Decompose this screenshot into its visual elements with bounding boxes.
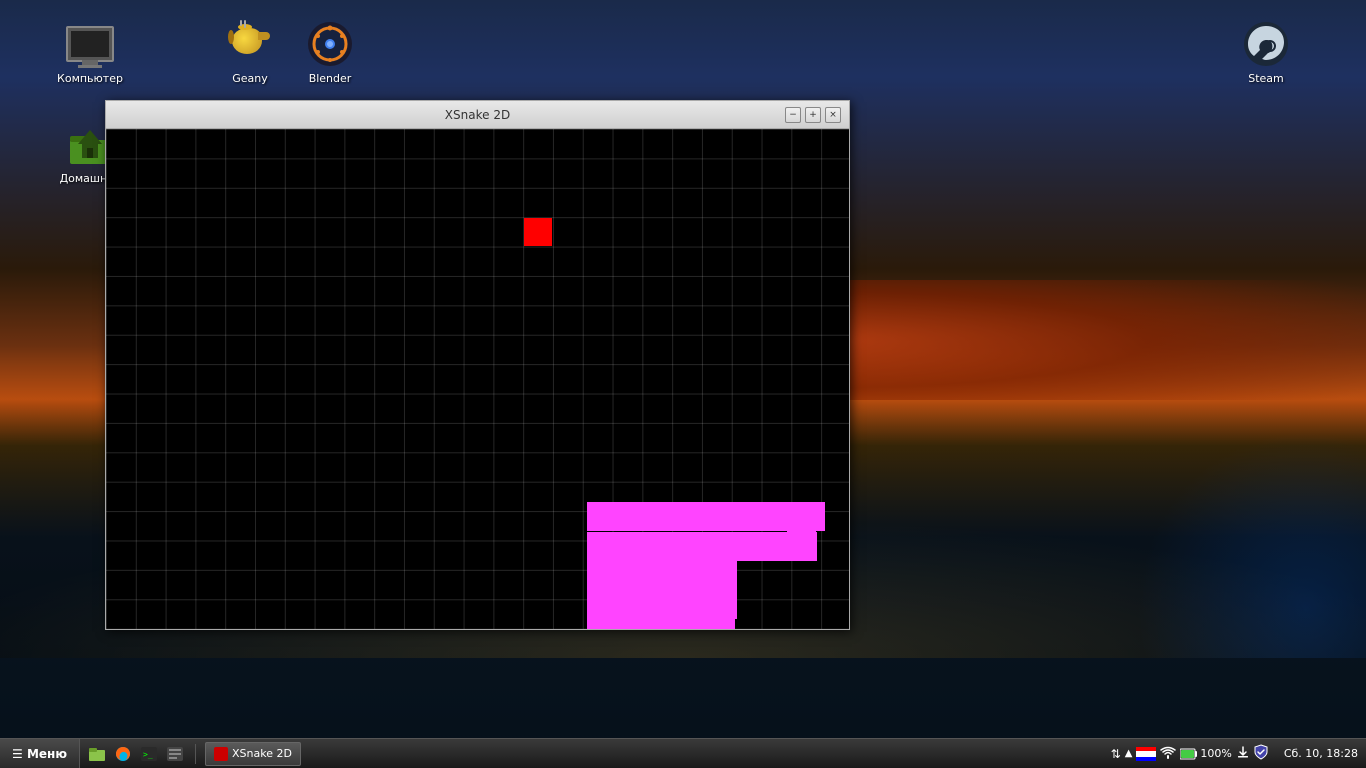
geany-icon-label: Geany [232,72,268,85]
quick-launch-area: >_ [80,742,192,766]
taskbar-app-xsnake[interactable]: XSnake 2D [205,742,301,766]
window-titlebar[interactable]: XSnake 2D − + × [106,101,849,129]
desktop-icon-blender[interactable]: Blender [290,20,370,85]
snake-body-segment [617,532,817,561]
xsnake-app-icon [214,747,228,761]
xsnake-app-label: XSnake 2D [232,747,292,760]
quicklaunch-app4[interactable] [163,742,187,766]
desktop-icon-computer[interactable]: Компьютер [50,20,130,85]
desktop-icon-steam[interactable]: Steam [1226,20,1306,85]
snake-body-segment [706,561,735,620]
wifi-icon [1160,744,1176,760]
tray-locale[interactable] [1136,747,1156,761]
tray-wifi[interactable] [1160,744,1176,764]
taskbar-apps-area: XSnake 2D [199,742,1103,766]
food-item [524,218,552,246]
desktop-icon-geany[interactable]: Geany [210,20,290,85]
computer-icon-label: Компьютер [57,72,123,85]
snake-body-segment [587,532,646,561]
snake-body-segment [587,619,735,629]
menu-label: Меню [27,747,67,761]
battery-icon [1180,748,1198,760]
taskbar-separator [195,744,196,764]
geany-icon-image [226,20,274,68]
system-tray: ⇅ ▲ 100% [1103,744,1276,764]
tray-expand[interactable]: ▲ [1125,748,1133,759]
computer-icon-image [66,20,114,68]
battery-percent-label: 100% [1200,747,1231,760]
svg-text:>_: >_ [143,750,153,759]
tray-download[interactable] [1236,745,1250,762]
steam-icon-label: Steam [1248,72,1284,85]
quicklaunch-filemanager[interactable] [85,742,109,766]
window-maximize-button[interactable]: + [805,107,821,123]
tray-shield[interactable] [1254,744,1268,763]
blender-icon-label: Blender [309,72,352,85]
blender-icon-image [306,20,354,68]
menu-icon: ☰ [12,747,23,761]
tray-battery[interactable]: 100% [1180,747,1231,760]
game-canvas [106,129,849,629]
quicklaunch-terminal[interactable]: >_ [137,742,161,766]
window-controls: − + × [781,107,841,123]
taskbar: ☰ Меню >_ [0,738,1366,768]
taskbar-menu-button[interactable]: ☰ Меню [0,739,80,768]
window-close-button[interactable]: × [825,107,841,123]
shield-icon [1254,744,1268,760]
steam-icon-image [1242,20,1290,68]
tray-arrows[interactable]: ⇅ [1111,747,1121,761]
xsnake-window: XSnake 2D − + × [105,100,850,630]
locale-flag-icon [1136,747,1156,761]
taskbar-clock[interactable]: Сб. 10, 18:28 [1276,747,1366,760]
download-icon [1236,745,1250,759]
window-title: XSnake 2D [174,108,781,122]
quicklaunch-firefox[interactable] [111,742,135,766]
window-minimize-button[interactable]: − [785,107,801,123]
